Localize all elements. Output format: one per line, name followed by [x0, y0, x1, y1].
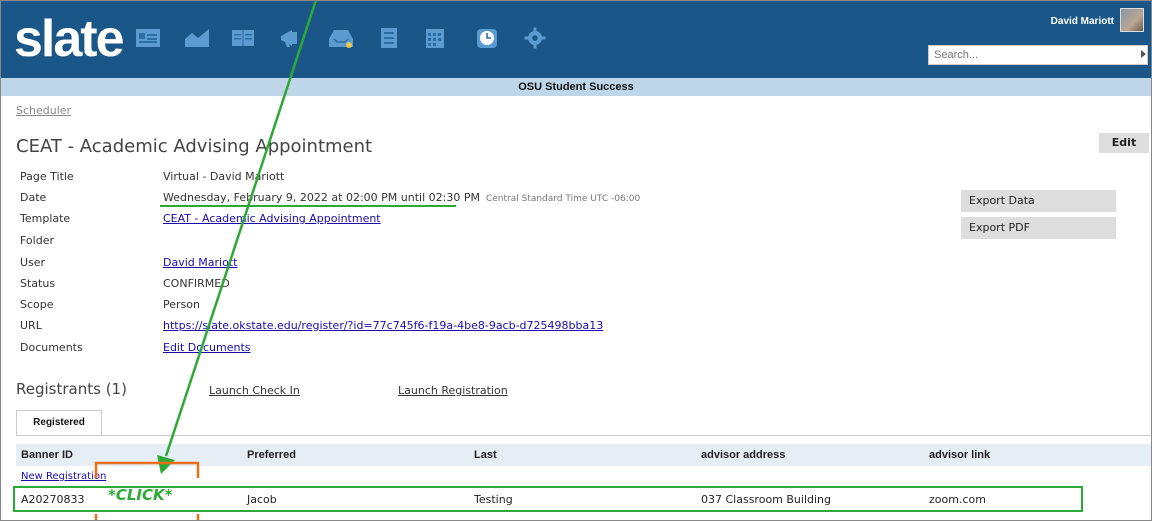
registrants-heading: Registrants (1): [16, 380, 127, 398]
detail-value: Virtual - David Mariott: [163, 170, 285, 183]
cell-advisor-link[interactable]: zoom.com: [929, 493, 986, 506]
launch-registration-link[interactable]: Launch Registration: [398, 384, 508, 397]
timezone-text: Central Standard Time UTC -06:00: [485, 194, 641, 204]
detail-label: Date: [20, 191, 47, 204]
status-value: CONFIRMED: [163, 277, 230, 290]
scope-value: Person: [163, 298, 200, 311]
id-card-icon[interactable]: [133, 23, 163, 53]
tab-registered[interactable]: Registered: [16, 410, 102, 435]
search-input[interactable]: [928, 45, 1148, 65]
template-link[interactable]: CEAT - Academic Advising Appointment: [163, 212, 381, 226]
column-header-banner-id[interactable]: Banner ID: [21, 449, 73, 461]
page-title: CEAT - Academic Advising Appointment: [16, 136, 373, 157]
cell-advisor-address[interactable]: 037 Classroom Building: [701, 493, 831, 506]
user-name[interactable]: David Mariott: [1051, 16, 1114, 27]
export-data-button[interactable]: Export Data: [961, 190, 1116, 212]
detail-label: User: [20, 256, 46, 269]
detail-label: Folder: [20, 234, 54, 247]
detail-label: Template: [20, 212, 71, 225]
new-registration-link[interactable]: New Registration: [21, 471, 106, 482]
cell-banner-id[interactable]: A20270833: [21, 493, 85, 506]
subbar-title: OSU Student Success: [0, 78, 1152, 96]
cell-last[interactable]: Testing: [474, 493, 513, 506]
column-header-preferred[interactable]: Preferred: [247, 449, 296, 461]
edit-documents-link[interactable]: Edit Documents: [163, 341, 251, 355]
gear-icon[interactable]: [520, 23, 550, 53]
search-arrow-icon[interactable]: [1141, 50, 1146, 58]
breadcrumb[interactable]: Scheduler: [16, 104, 71, 117]
user-link[interactable]: David Mariott: [163, 256, 237, 270]
top-navigation-bar: [0, 0, 1152, 78]
column-header-advisor-address[interactable]: advisor address: [701, 449, 785, 461]
detail-label: Documents: [20, 341, 83, 354]
inbox-icon[interactable]: [326, 23, 356, 53]
column-header-last[interactable]: Last: [474, 449, 497, 461]
detail-label: Scope: [20, 298, 54, 311]
clock-icon[interactable]: [472, 23, 502, 53]
click-annotation-label: *CLICK*: [108, 486, 173, 504]
edit-button[interactable]: Edit: [1099, 133, 1149, 153]
column-header-advisor-link[interactable]: advisor link: [929, 449, 990, 461]
detail-value-date: Wednesday, February 9, 2022 at 02:00 PM …: [163, 191, 640, 206]
book-icon[interactable]: [228, 23, 258, 53]
chart-icon[interactable]: [182, 23, 212, 53]
avatar[interactable]: [1120, 8, 1144, 32]
cell-preferred[interactable]: Jacob: [247, 493, 277, 506]
detail-label: URL: [20, 319, 42, 332]
slate-logo[interactable]: slate: [14, 4, 125, 74]
date-value: Wednesday, February 9, 2022 at 02:00 PM …: [163, 191, 480, 204]
row-highlight-box: [13, 486, 1083, 512]
megaphone-icon[interactable]: [276, 23, 306, 53]
calendar-icon[interactable]: [420, 23, 450, 53]
list-icon[interactable]: [374, 23, 404, 53]
launch-check-in-link[interactable]: Launch Check In: [209, 384, 300, 397]
registration-url-link[interactable]: https://slate.okstate.edu/register/?id=7…: [163, 319, 603, 333]
detail-label: Status: [20, 277, 56, 290]
export-pdf-button[interactable]: Export PDF: [961, 217, 1116, 239]
tab-divider: [16, 435, 1152, 436]
detail-label: Page Title: [20, 170, 74, 183]
